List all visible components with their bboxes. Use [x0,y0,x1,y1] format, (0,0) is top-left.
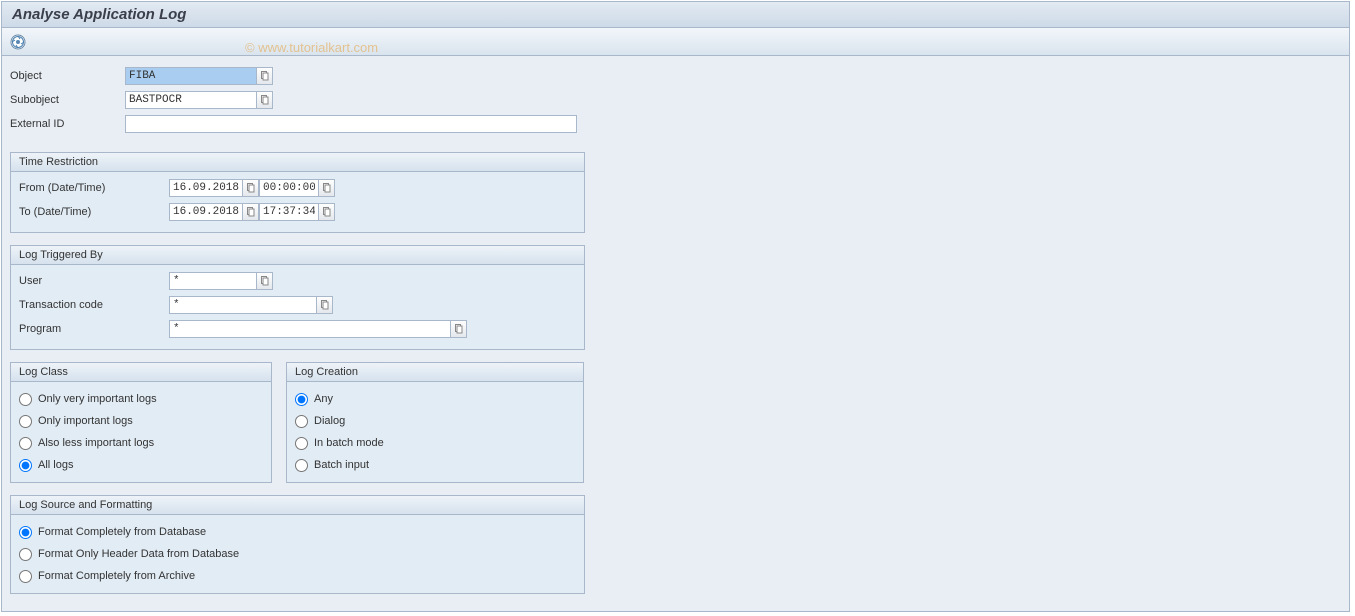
log-creation-opt3-label: In batch mode [314,437,384,449]
to-date-input[interactable] [169,203,243,221]
object-f4-button[interactable] [257,67,273,85]
log-creation-opt3-radio[interactable] [295,437,308,450]
log-creation-opt1-radio[interactable] [295,393,308,406]
program-input[interactable] [169,320,451,338]
program-f4-button[interactable] [451,320,467,338]
object-input[interactable] [125,67,257,85]
external-id-label: External ID [10,118,125,130]
user-input[interactable] [169,272,257,290]
log-source-title: Log Source and Formatting [11,496,584,515]
page-title: Analyse Application Log [2,2,1349,28]
log-class-opt2-label: Only important logs [38,415,133,427]
time-restriction-title: Time Restriction [11,153,584,172]
subobject-label: Subobject [10,94,125,106]
log-class-group: Log Class Only very important logs Only … [10,362,272,483]
log-creation-opt4-radio[interactable] [295,459,308,472]
from-date-f4-button[interactable] [243,179,259,197]
user-f4-button[interactable] [257,272,273,290]
log-source-opt3-radio[interactable] [19,570,32,583]
subobject-f4-button[interactable] [257,91,273,109]
execute-icon[interactable] [10,34,26,50]
to-date-f4-button[interactable] [243,203,259,221]
log-class-opt4-label: All logs [38,459,73,471]
log-class-opt3-label: Also less important logs [38,437,154,449]
log-source-group: Log Source and Formatting Format Complet… [10,495,585,594]
from-date-input[interactable] [169,179,243,197]
to-time-f4-button[interactable] [319,203,335,221]
log-class-opt4-radio[interactable] [19,459,32,472]
log-class-opt1-radio[interactable] [19,393,32,406]
log-creation-opt2-label: Dialog [314,415,345,427]
external-id-input[interactable] [125,115,577,133]
log-creation-opt1-label: Any [314,393,333,405]
log-triggered-title: Log Triggered By [11,246,584,265]
subobject-input[interactable] [125,91,257,109]
tcode-input[interactable] [169,296,317,314]
log-class-title: Log Class [11,363,271,382]
from-time-input[interactable] [259,179,319,197]
user-label: User [19,275,169,287]
log-creation-opt2-radio[interactable] [295,415,308,428]
log-creation-title: Log Creation [287,363,583,382]
application-toolbar [2,28,1349,56]
from-label: From (Date/Time) [19,182,169,194]
time-restriction-group: Time Restriction From (Date/Time) To (Da… [10,152,585,233]
log-creation-group: Log Creation Any Dialog In batch mode Ba… [286,362,584,483]
log-creation-opt4-label: Batch input [314,459,369,471]
log-source-opt2-radio[interactable] [19,548,32,561]
log-class-opt2-radio[interactable] [19,415,32,428]
log-triggered-group: Log Triggered By User Transaction code P… [10,245,585,350]
from-time-f4-button[interactable] [319,179,335,197]
tcode-f4-button[interactable] [317,296,333,314]
object-label: Object [10,70,125,82]
log-source-opt3-label: Format Completely from Archive [38,570,195,582]
tcode-label: Transaction code [19,299,169,311]
log-source-opt1-radio[interactable] [19,526,32,539]
to-label: To (Date/Time) [19,206,169,218]
log-class-opt3-radio[interactable] [19,437,32,450]
log-source-opt1-label: Format Completely from Database [38,526,206,538]
log-class-opt1-label: Only very important logs [38,393,157,405]
log-source-opt2-label: Format Only Header Data from Database [38,548,239,560]
program-label: Program [19,323,169,335]
to-time-input[interactable] [259,203,319,221]
